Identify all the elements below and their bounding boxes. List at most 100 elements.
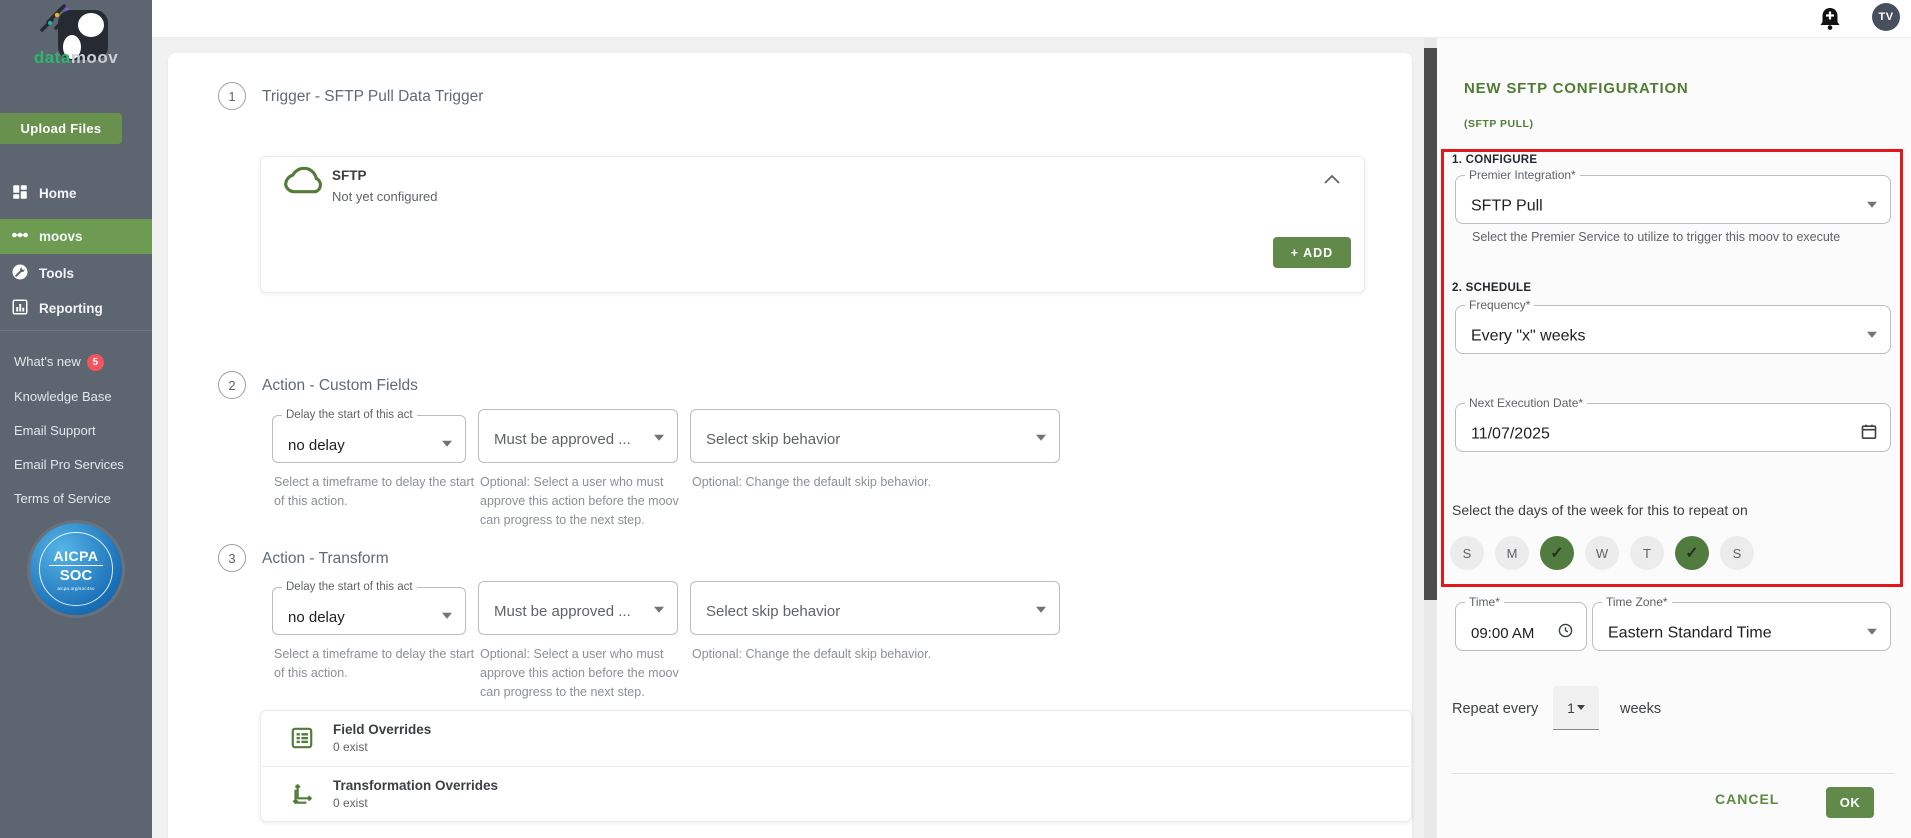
next-execution-date-input[interactable]: Next Execution Date* 11/07/2025	[1455, 396, 1891, 452]
integration-help-text: Select the Premier Service to utilize to…	[1472, 230, 1892, 244]
sftp-trigger-card	[260, 156, 1365, 293]
chevron-down-icon	[654, 435, 664, 441]
step-3-title: Action - Transform	[262, 550, 389, 568]
sidebar-item-label: Home	[39, 186, 77, 201]
repeat-every-label: Repeat every	[1452, 701, 1538, 717]
transformation-overrides-row[interactable]: Transformation Overrides 0 exist	[261, 767, 1413, 821]
day-toggle-saturday[interactable]: S	[1720, 536, 1754, 570]
step-2-title: Action - Custom Fields	[262, 377, 418, 395]
day-toggle-sunday[interactable]: S	[1450, 536, 1484, 570]
sidebar-item-label: Reporting	[39, 301, 103, 316]
transformation-overrides-icon	[289, 781, 315, 812]
field-overrides-title: Field Overrides	[333, 722, 431, 737]
moovs-dots-icon	[11, 226, 29, 247]
field-overrides-count: 0 exist	[333, 740, 431, 754]
delay-help-step2: Select a timeframe to delay the start of…	[274, 473, 479, 511]
chevron-down-icon	[1036, 435, 1046, 441]
weeks-label: weeks	[1620, 701, 1661, 717]
delay-select-step3[interactable]: Delay the start of this act no delay	[272, 581, 466, 635]
approver-help-step3: Optional: Select a user who must approve…	[480, 645, 685, 702]
day-toggle-monday[interactable]: M	[1495, 536, 1529, 570]
link-email-pro-services[interactable]: Email Pro Services	[14, 457, 124, 472]
skip-help-step3: Optional: Change the default skip behavi…	[692, 645, 1092, 664]
chevron-down-icon	[1867, 331, 1877, 337]
link-knowledge-base[interactable]: Knowledge Base	[14, 389, 112, 404]
notifications-bell-icon[interactable]	[1817, 5, 1843, 33]
overrides-card: Field Overrides 0 exist	[260, 710, 1412, 822]
ok-button[interactable]: OK	[1826, 787, 1874, 818]
aicpa-soc-badge: AICPA SOC aicpa.org/soc4so	[30, 523, 122, 615]
transformation-overrides-count: 0 exist	[333, 796, 498, 810]
add-sftp-button[interactable]: + ADD	[1273, 237, 1351, 268]
field-overrides-icon	[289, 725, 315, 756]
day-toggle-tuesday[interactable]: ✓	[1540, 536, 1574, 570]
repeat-weeks-select[interactable]: 1	[1553, 686, 1599, 730]
user-avatar[interactable]: TV	[1872, 3, 1900, 31]
link-whats-new[interactable]: What's new5	[14, 354, 104, 371]
brand-wordmark: datamoov	[0, 48, 152, 68]
time-input[interactable]: Time* 09:00 AM	[1455, 595, 1587, 651]
sidebar-item-moovs[interactable]: moovs	[0, 219, 152, 254]
panel-scrollbar[interactable]	[1424, 38, 1437, 838]
approver-select-step2[interactable]: Must be approved ...	[478, 409, 678, 463]
sftp-configuration-panel: NEW SFTP CONFIGURATION (SFTP PULL) 1. CO…	[1437, 38, 1911, 838]
premier-integration-select[interactable]: Premier Integration* SFTP Pull	[1455, 168, 1891, 224]
chevron-down-icon	[1036, 607, 1046, 613]
reporting-chart-icon	[11, 298, 29, 319]
day-toggle-wednesday[interactable]: W	[1585, 536, 1619, 570]
chevron-down-icon	[1867, 628, 1877, 634]
sidebar-item-reporting[interactable]: Reporting	[0, 291, 152, 326]
approver-select-step3[interactable]: Must be approved ...	[478, 581, 678, 635]
step-1-title: Trigger - SFTP Pull Data Trigger	[262, 88, 483, 106]
days-of-week-label: Select the days of the week for this to …	[1452, 502, 1748, 518]
cloud-icon	[284, 165, 324, 200]
panel-subtitle: (SFTP PULL)	[1464, 118, 1533, 130]
calendar-icon[interactable]	[1861, 423, 1877, 444]
chevron-down-icon	[1867, 201, 1877, 207]
configure-heading: 1. CONFIGURE	[1452, 154, 1537, 166]
skip-behavior-select-step2[interactable]: Select skip behavior	[690, 409, 1060, 463]
cancel-button[interactable]: CANCEL	[1715, 791, 1779, 807]
sftp-card-status: Not yet configured	[332, 189, 438, 204]
step-3-indicator: 3	[218, 544, 246, 572]
sftp-card-title: SFTP	[332, 168, 367, 183]
sidebar: datamoov Upload Files Home moovs	[0, 0, 152, 838]
link-terms-of-service[interactable]: Terms of Service	[14, 491, 111, 506]
schedule-heading: 2. SCHEDULE	[1452, 282, 1531, 294]
approver-help-step2: Optional: Select a user who must approve…	[480, 473, 685, 530]
sidebar-item-label: Tools	[39, 266, 74, 281]
panel-title: NEW SFTP CONFIGURATION	[1464, 80, 1689, 97]
day-toggle-thursday[interactable]: T	[1630, 536, 1664, 570]
chevron-down-icon	[654, 607, 664, 613]
link-email-support[interactable]: Email Support	[14, 423, 96, 438]
delay-select-step2[interactable]: Delay the start of this act no delay	[272, 409, 466, 463]
sidebar-divider	[0, 330, 152, 331]
moov-editor-canvas: 1 Trigger - SFTP Pull Data Trigger SFTP …	[168, 53, 1412, 838]
upload-files-button[interactable]: Upload Files	[0, 113, 122, 144]
tools-wrench-icon	[11, 263, 29, 284]
panel-footer-divider	[1452, 773, 1894, 774]
skip-help-step2: Optional: Change the default skip behavi…	[692, 473, 1092, 492]
time-zone-select[interactable]: Time Zone* Eastern Standard Time	[1592, 595, 1891, 651]
day-toggle-friday[interactable]: ✓	[1675, 536, 1709, 570]
sidebar-item-tools[interactable]: Tools	[0, 256, 152, 291]
panel-scrollbar-thumb[interactable]	[1424, 48, 1437, 600]
clock-icon[interactable]	[1558, 623, 1573, 643]
chevron-down-icon	[442, 612, 452, 618]
home-grid-icon	[11, 183, 29, 204]
chevron-down-icon	[442, 440, 452, 446]
whats-new-count-badge: 5	[87, 354, 104, 371]
chevron-down-icon	[1577, 705, 1585, 710]
sidebar-item-label: moovs	[39, 229, 83, 244]
field-overrides-row[interactable]: Field Overrides 0 exist	[261, 711, 1413, 765]
skip-behavior-select-step3[interactable]: Select skip behavior	[690, 581, 1060, 635]
transformation-overrides-title: Transformation Overrides	[333, 778, 498, 793]
top-bar: TV	[0, 0, 1911, 38]
frequency-select[interactable]: Frequency* Every "x" weeks	[1455, 298, 1891, 354]
sidebar-item-home[interactable]: Home	[0, 176, 152, 211]
collapse-chevron-up-icon[interactable]	[1323, 172, 1341, 190]
app-root: TV datamoov Upload Files	[0, 0, 1911, 838]
delay-help-step3: Select a timeframe to delay the start of…	[274, 645, 479, 683]
step-2-indicator: 2	[218, 371, 246, 399]
step-1-indicator: 1	[218, 82, 246, 110]
